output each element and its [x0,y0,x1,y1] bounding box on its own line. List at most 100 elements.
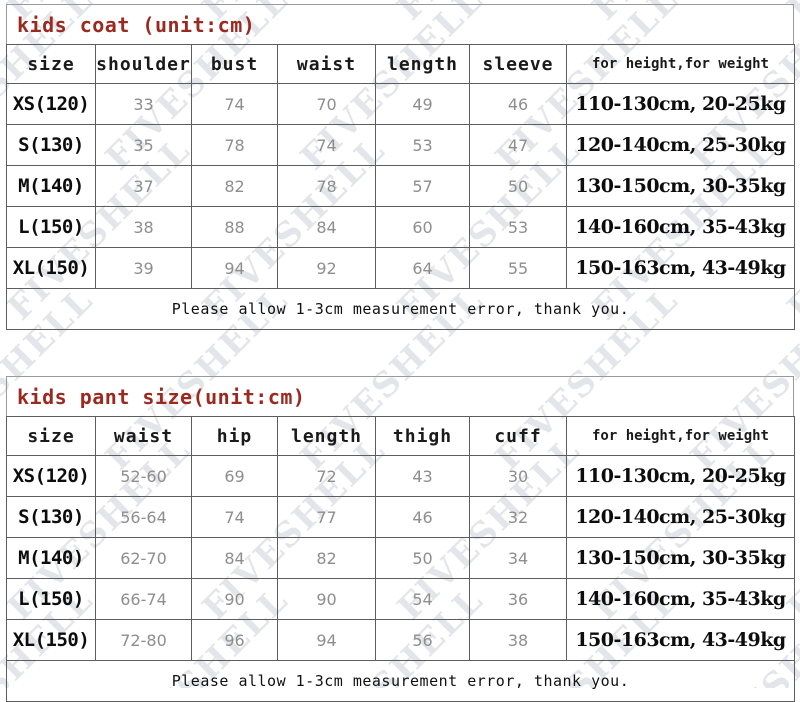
pant-cell-height-weight: 140-160cm, 35-43kg [567,579,795,620]
coat-cell-length: 57 [376,166,470,207]
pant-cell-cuff: 30 [470,456,567,497]
coat-cell-waist: 74 [278,125,376,166]
pant-cell-size: M(140) [7,538,96,579]
coat-cell-shoulder: 39 [96,248,192,289]
coat-header-size: size [7,45,96,84]
coat-cell-waist: 70 [278,84,376,125]
pant-cell-hip: 69 [192,456,278,497]
coat-cell-height-weight: 140-160cm, 35-43kg [567,207,795,248]
pant-cell-waist: 62-70 [96,538,192,579]
coat-cell-height-weight: 150-163cm, 43-49kg [567,248,795,289]
coat-cell-sleeve: 55 [470,248,567,289]
coat-size-section: kids coat (unit:cm) size shoulder bust w… [6,4,794,330]
pant-cell-waist: 52-60 [96,456,192,497]
pant-cell-height-weight: 130-150cm, 30-35kg [567,538,795,579]
coat-measurement-note: Please allow 1-3cm measurement error, th… [7,289,795,330]
pant-header-height-weight: for height,for weight [567,417,795,456]
coat-header-length: length [376,45,470,84]
pant-cell-size: XL(150) [7,620,96,661]
coat-cell-size: XL(150) [7,248,96,289]
table-row: M(140) 62-70 84 82 50 34 130-150cm, 30-3… [7,538,795,579]
coat-cell-size: L(150) [7,207,96,248]
coat-cell-sleeve: 50 [470,166,567,207]
pant-note-row: Please allow 1-3cm measurement error, th… [7,661,795,702]
coat-cell-bust: 94 [192,248,278,289]
pant-title: kids pant size(unit:cm) [17,385,305,409]
pant-size-table: size waist hip length thigh cuff for hei… [6,416,795,702]
coat-title-box: kids coat (unit:cm) [6,4,794,44]
pant-cell-height-weight: 150-163cm, 43-49kg [567,620,795,661]
pant-header-cuff: cuff [470,417,567,456]
pant-cell-hip: 74 [192,497,278,538]
coat-cell-size: XS(120) [7,84,96,125]
table-row: L(150) 66-74 90 90 54 36 140-160cm, 35-4… [7,579,795,620]
coat-cell-height-weight: 130-150cm, 30-35kg [567,166,795,207]
coat-cell-bust: 74 [192,84,278,125]
pant-cell-length: 90 [278,579,376,620]
coat-header-height-weight: for height,for weight [567,45,795,84]
pant-cell-thigh: 43 [376,456,470,497]
pant-cell-cuff: 38 [470,620,567,661]
pant-cell-cuff: 32 [470,497,567,538]
pant-cell-waist: 66-74 [96,579,192,620]
table-row: M(140) 37 82 78 57 50 130-150cm, 30-35kg [7,166,795,207]
coat-cell-shoulder: 38 [96,207,192,248]
pant-header-thigh: thigh [376,417,470,456]
pant-cell-cuff: 34 [470,538,567,579]
coat-title: kids coat (unit:cm) [17,13,255,37]
coat-cell-length: 60 [376,207,470,248]
coat-cell-sleeve: 46 [470,84,567,125]
pant-header-waist: waist [96,417,192,456]
coat-cell-shoulder: 37 [96,166,192,207]
pant-title-box: kids pant size(unit:cm) [6,376,794,416]
pant-cell-waist: 56-64 [96,497,192,538]
pant-cell-thigh: 50 [376,538,470,579]
coat-header-waist: waist [278,45,376,84]
pant-header-length: length [278,417,376,456]
pant-cell-thigh: 54 [376,579,470,620]
coat-cell-size: S(130) [7,125,96,166]
pant-header-hip: hip [192,417,278,456]
coat-cell-size: M(140) [7,166,96,207]
coat-header-sleeve: sleeve [470,45,567,84]
pant-cell-length: 94 [278,620,376,661]
pant-cell-size: XS(120) [7,456,96,497]
table-row: S(130) 56-64 74 77 46 32 120-140cm, 25-3… [7,497,795,538]
table-row: L(150) 38 88 84 60 53 140-160cm, 35-43kg [7,207,795,248]
pant-cell-height-weight: 110-130cm, 20-25kg [567,456,795,497]
coat-cell-sleeve: 53 [470,207,567,248]
coat-cell-waist: 92 [278,248,376,289]
coat-cell-bust: 82 [192,166,278,207]
pant-size-section: kids pant size(unit:cm) size waist hip l… [6,376,794,702]
pant-cell-length: 72 [278,456,376,497]
table-row: XL(150) 72-80 96 94 56 38 150-163cm, 43-… [7,620,795,661]
coat-cell-length: 53 [376,125,470,166]
pant-cell-size: S(130) [7,497,96,538]
pant-cell-waist: 72-80 [96,620,192,661]
coat-note-row: Please allow 1-3cm measurement error, th… [7,289,795,330]
coat-header-bust: bust [192,45,278,84]
pant-cell-length: 82 [278,538,376,579]
coat-cell-height-weight: 110-130cm, 20-25kg [567,84,795,125]
table-row: XS(120) 52-60 69 72 43 30 110-130cm, 20-… [7,456,795,497]
coat-cell-sleeve: 47 [470,125,567,166]
pant-cell-hip: 90 [192,579,278,620]
coat-cell-height-weight: 120-140cm, 25-30kg [567,125,795,166]
pant-cell-length: 77 [278,497,376,538]
pant-cell-hip: 84 [192,538,278,579]
coat-cell-bust: 78 [192,125,278,166]
pant-cell-thigh: 56 [376,620,470,661]
table-row: XL(150) 39 94 92 64 55 150-163cm, 43-49k… [7,248,795,289]
size-chart-page: kids coat (unit:cm) size shoulder bust w… [0,0,800,688]
pant-cell-size: L(150) [7,579,96,620]
pant-measurement-note: Please allow 1-3cm measurement error, th… [7,661,795,702]
pant-header-size: size [7,417,96,456]
coat-cell-shoulder: 33 [96,84,192,125]
pant-cell-height-weight: 120-140cm, 25-30kg [567,497,795,538]
table-row: XS(120) 33 74 70 49 46 110-130cm, 20-25k… [7,84,795,125]
coat-cell-length: 64 [376,248,470,289]
coat-header-shoulder: shoulder [96,45,192,84]
coat-cell-length: 49 [376,84,470,125]
coat-cell-bust: 88 [192,207,278,248]
pant-cell-cuff: 36 [470,579,567,620]
